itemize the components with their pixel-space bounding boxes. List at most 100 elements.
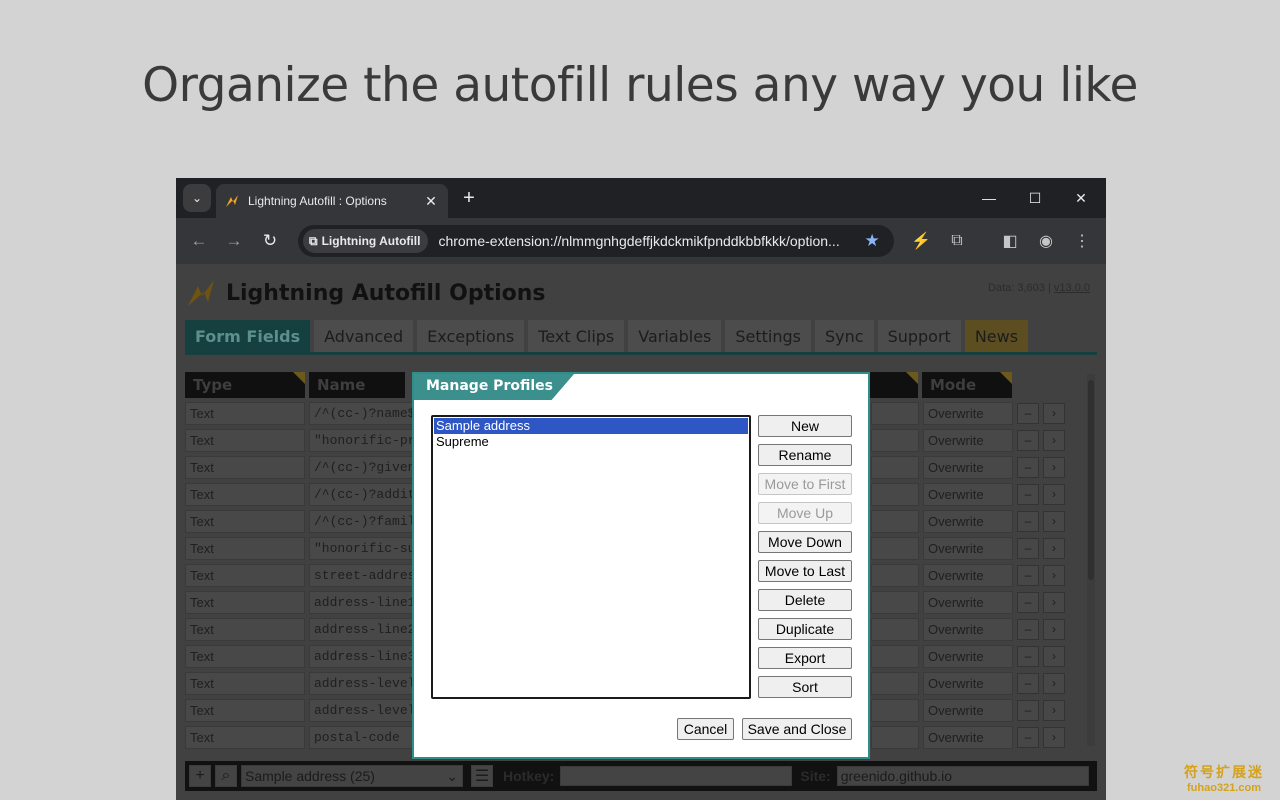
type-cell[interactable]: Text <box>185 510 305 533</box>
expand-rule-button[interactable]: › <box>1043 565 1065 586</box>
name-cell[interactable]: address-level1 <box>309 699 413 722</box>
remove-rule-button[interactable]: – <box>1017 673 1039 694</box>
mode-cell[interactable]: Overwrite <box>923 429 1013 452</box>
profile-option[interactable]: Sample address <box>434 418 748 434</box>
expand-rule-button[interactable]: › <box>1043 430 1065 451</box>
type-cell[interactable]: Text <box>185 618 305 641</box>
extensions-icon[interactable]: ⧉ <box>944 228 970 254</box>
tab-text-clips[interactable]: Text Clips <box>528 320 625 352</box>
expand-rule-button[interactable]: › <box>1043 673 1065 694</box>
back-button[interactable]: ← <box>186 228 212 254</box>
expand-rule-button[interactable]: › <box>1043 727 1065 748</box>
value-cell[interactable] <box>871 672 919 695</box>
mode-cell[interactable]: Overwrite <box>923 726 1013 749</box>
remove-rule-button[interactable]: – <box>1017 457 1039 478</box>
move-to-last-button[interactable]: Move to Last <box>758 560 852 582</box>
name-cell[interactable]: "honorific-pre <box>309 429 413 452</box>
tab-variables[interactable]: Variables <box>628 320 722 352</box>
expand-rule-button[interactable]: › <box>1043 457 1065 478</box>
forward-button[interactable]: → <box>221 228 247 254</box>
value-cell[interactable] <box>871 456 919 479</box>
type-cell[interactable]: Text <box>185 645 305 668</box>
manage-profiles-icon[interactable]: ☰ <box>471 765 493 787</box>
mode-cell[interactable]: Overwrite <box>923 483 1013 506</box>
mode-cell[interactable]: Overwrite <box>923 618 1013 641</box>
rename-button[interactable]: Rename <box>758 444 852 466</box>
value-cell[interactable] <box>871 645 919 668</box>
delete-button[interactable]: Delete <box>758 589 852 611</box>
mode-cell[interactable]: Overwrite <box>923 510 1013 533</box>
maximize-button[interactable]: ☐ <box>1012 178 1058 218</box>
name-cell[interactable]: "honorific-suf <box>309 537 413 560</box>
remove-rule-button[interactable]: – <box>1017 403 1039 424</box>
table-scrollbar[interactable] <box>1087 374 1095 746</box>
remove-rule-button[interactable]: – <box>1017 700 1039 721</box>
type-cell[interactable]: Text <box>185 483 305 506</box>
type-cell[interactable]: Text <box>185 429 305 452</box>
remove-rule-button[interactable]: – <box>1017 619 1039 640</box>
url-text[interactable]: chrome-extension://nlmmgnhgdeffjkdckmikf… <box>438 233 858 249</box>
remove-rule-button[interactable]: – <box>1017 430 1039 451</box>
cancel-button[interactable]: Cancel <box>677 718 734 740</box>
remove-rule-button[interactable]: – <box>1017 484 1039 505</box>
expand-rule-button[interactable]: › <box>1043 538 1065 559</box>
scroll-thumb[interactable] <box>1088 380 1094 580</box>
name-cell[interactable]: /^(cc-)?additi <box>309 483 413 506</box>
mode-cell[interactable]: Overwrite <box>923 456 1013 479</box>
close-window-button[interactable]: ✕ <box>1058 178 1104 218</box>
new-button[interactable]: New <box>758 415 852 437</box>
browser-tab[interactable]: Lightning Autofill : Options ✕ <box>216 184 448 218</box>
remove-rule-button[interactable]: – <box>1017 727 1039 748</box>
value-cell[interactable] <box>871 699 919 722</box>
name-cell[interactable]: address-line3 <box>309 645 413 668</box>
address-bar[interactable]: ⧉ Lightning Autofill chrome-extension://… <box>298 225 894 257</box>
value-cell[interactable] <box>871 618 919 641</box>
reload-button[interactable]: ↻ <box>257 228 283 254</box>
version-link[interactable]: v13.0.0 <box>1054 282 1090 294</box>
lightning-extension-icon[interactable]: ⚡ <box>908 228 934 254</box>
remove-rule-button[interactable]: – <box>1017 538 1039 559</box>
value-cell[interactable] <box>871 402 919 425</box>
sort-button[interactable]: Sort <box>758 676 852 698</box>
move-to-first-button[interactable]: Move to First <box>758 473 852 495</box>
name-cell[interactable]: /^(cc-)?given- <box>309 456 413 479</box>
site-input[interactable]: greenido.github.io <box>836 766 1089 786</box>
mode-cell[interactable]: Overwrite <box>923 699 1013 722</box>
expand-rule-button[interactable]: › <box>1043 700 1065 721</box>
expand-rule-button[interactable]: › <box>1043 646 1065 667</box>
expand-rule-button[interactable]: › <box>1043 484 1065 505</box>
expand-rule-button[interactable]: › <box>1043 403 1065 424</box>
name-cell[interactable]: /^(cc-)?name$/ <box>309 402 413 425</box>
remove-rule-button[interactable]: – <box>1017 646 1039 667</box>
mode-cell[interactable]: Overwrite <box>923 591 1013 614</box>
new-tab-button[interactable]: + <box>458 187 480 210</box>
mode-cell[interactable]: Overwrite <box>923 645 1013 668</box>
value-cell[interactable] <box>871 429 919 452</box>
name-cell[interactable]: street-address <box>309 564 413 587</box>
menu-icon[interactable]: ⋮ <box>1069 228 1095 254</box>
search-icon[interactable]: ⌕ <box>215 765 237 787</box>
type-cell[interactable]: Text <box>185 591 305 614</box>
tab-settings[interactable]: Settings <box>725 320 811 352</box>
tab-exceptions[interactable]: Exceptions <box>417 320 525 352</box>
remove-rule-button[interactable]: – <box>1017 592 1039 613</box>
value-cell[interactable] <box>871 537 919 560</box>
profile-option[interactable]: Supreme <box>434 434 748 450</box>
minimize-button[interactable]: — <box>966 178 1012 218</box>
duplicate-button[interactable]: Duplicate <box>758 618 852 640</box>
tab-search-button[interactable]: ⌄ <box>183 184 211 212</box>
mode-cell[interactable]: Overwrite <box>923 402 1013 425</box>
bookmark-star-icon[interactable]: ★ <box>864 231 879 251</box>
save-and-close-button[interactable]: Save and Close <box>742 718 852 740</box>
mode-cell[interactable]: Overwrite <box>923 564 1013 587</box>
profile-icon[interactable]: ◉ <box>1033 228 1059 254</box>
extension-chip[interactable]: ⧉ Lightning Autofill <box>303 229 429 253</box>
close-tab-icon[interactable]: ✕ <box>420 193 442 210</box>
remove-rule-button[interactable]: – <box>1017 565 1039 586</box>
name-cell[interactable]: postal-code <box>309 726 413 749</box>
add-rule-button[interactable]: + <box>189 765 211 787</box>
tab-news[interactable]: News <box>964 320 1029 352</box>
value-cell[interactable] <box>871 726 919 749</box>
value-cell[interactable] <box>871 483 919 506</box>
name-cell[interactable]: address-line1 <box>309 591 413 614</box>
